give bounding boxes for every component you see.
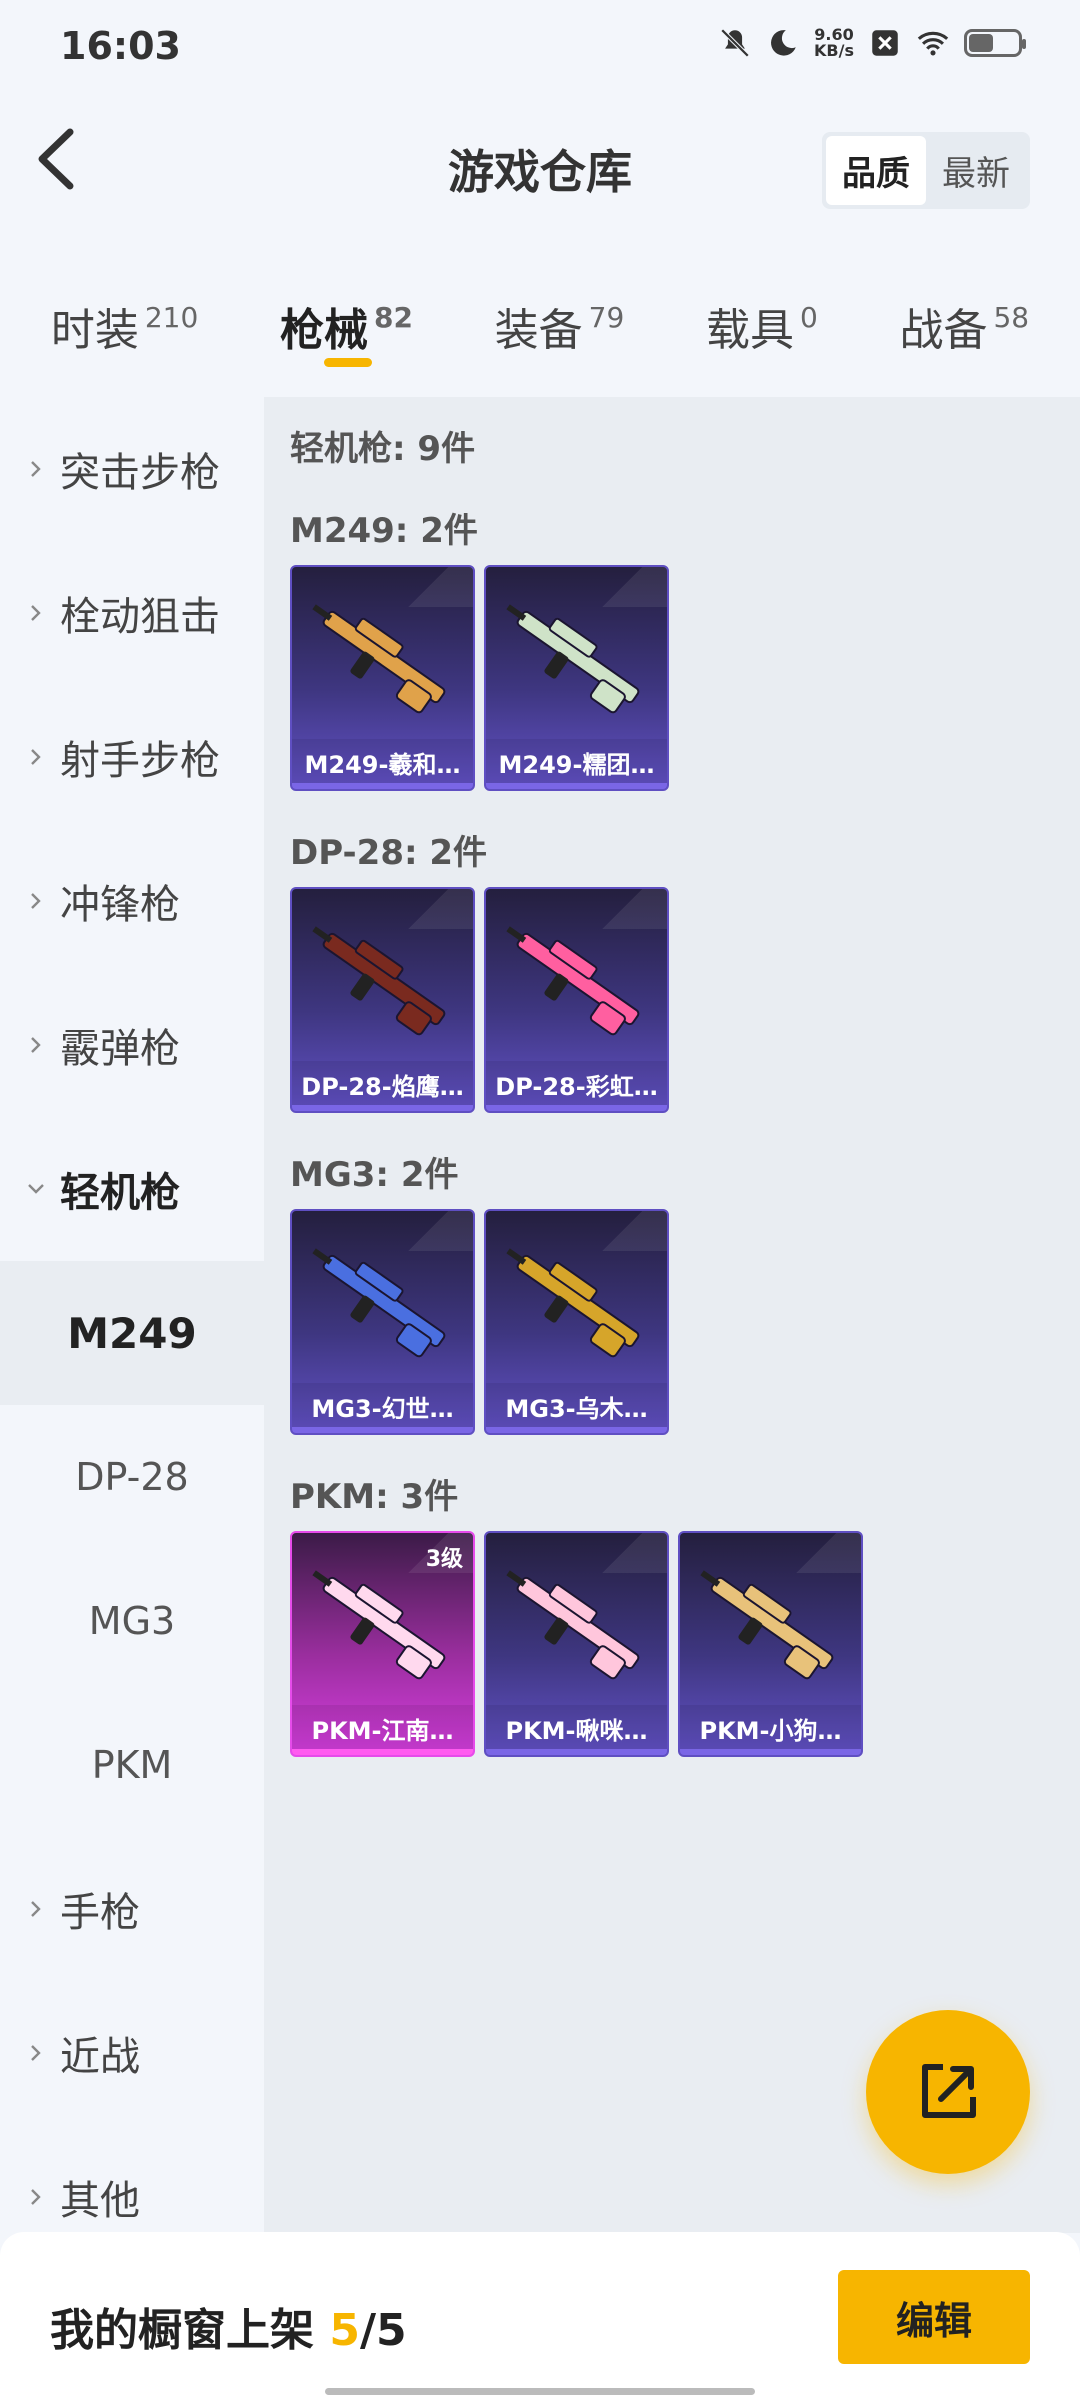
gun-skin-icon xyxy=(312,1570,446,1680)
weapon-list: 轻机枪: 9件 M249: 2件 M249-羲和… M249-糯团… DP-28… xyxy=(264,397,1080,2233)
chevron-right-icon xyxy=(31,2045,41,2061)
status-icons: 9.60 KB/s xyxy=(718,25,1026,60)
chevron-right-icon xyxy=(31,605,41,621)
sidebar-subitem-dp28[interactable]: DP-28 xyxy=(0,1405,264,1549)
section-count-title: 轻机枪: 9件 xyxy=(290,429,476,469)
sort-option-newest[interactable]: 最新 xyxy=(926,136,1026,205)
sidebar-subitem-pkm[interactable]: PKM xyxy=(0,1693,264,1837)
skin-card[interactable]: M249-糯团… xyxy=(484,565,669,791)
sidebar-item-assault-rifle[interactable]: 突击步枪 xyxy=(0,397,264,541)
sidebar-subitem-m249[interactable]: M249 xyxy=(0,1261,264,1405)
tab-fashion[interactable]: 时装 210 xyxy=(51,280,198,380)
sidebar-item-lmg[interactable]: 轻机枪 xyxy=(0,1117,264,1261)
category-tabs: 时装 210 枪械 82 装备 79 载具 0 战备 58 xyxy=(0,280,1080,380)
sidebar-item-marksman-rifle[interactable]: 射手步枪 xyxy=(0,685,264,829)
wifi-icon xyxy=(917,31,949,56)
chevron-down-icon xyxy=(28,1184,44,1194)
sidebar-item-melee[interactable]: 近战 xyxy=(0,1981,264,2125)
mute-bell-icon xyxy=(720,28,750,58)
chevron-right-icon xyxy=(31,893,41,909)
gun-skin-icon xyxy=(506,1570,640,1680)
chevron-right-icon xyxy=(31,749,41,765)
group-title-dp28: DP-28: 2件 xyxy=(290,833,488,873)
sidebar-item-bolt-sniper[interactable]: 栓动狙击 xyxy=(0,541,264,685)
chevron-right-icon xyxy=(31,1901,41,1917)
group-title-pkm: PKM: 3件 xyxy=(290,1477,459,1517)
tab-equipment[interactable]: 装备 79 xyxy=(495,280,625,380)
sidebar-item-pistol[interactable]: 手枪 xyxy=(0,1837,264,1981)
skin-card[interactable]: 3级 PKM-江南… xyxy=(290,1531,475,1757)
chevron-right-icon xyxy=(31,461,41,477)
gun-skin-icon xyxy=(506,1248,640,1358)
status-time: 16:03 xyxy=(60,24,181,68)
tab-supplies[interactable]: 战备 58 xyxy=(899,280,1029,380)
weapon-type-sidebar: 突击步枪 栓动狙击 射手步枪 冲锋枪 霰弹枪 轻机枪 M249 DP-28 MG… xyxy=(0,397,264,2233)
skin-card[interactable]: MG3-乌木… xyxy=(484,1209,669,1435)
card-row-pkm: 3级 PKM-江南… PKM-啾咪… PKM-小狗… xyxy=(290,1531,1080,1757)
status-bar: 16:03 9.60 KB/s xyxy=(0,0,1080,84)
card-row-m249: M249-羲和… M249-糯团… xyxy=(290,565,1080,791)
group-title-m249: M249: 2件 xyxy=(290,511,478,551)
header: 游戏仓库 品质 最新 xyxy=(0,84,1080,254)
sort-option-quality[interactable]: 品质 xyxy=(826,136,926,205)
skin-card[interactable]: M249-羲和… xyxy=(290,565,475,791)
skin-card[interactable]: PKM-啾咪… xyxy=(484,1531,669,1757)
sidebar-item-shotgun[interactable]: 霰弹枪 xyxy=(0,973,264,1117)
tab-firearms[interactable]: 枪械 82 xyxy=(280,280,413,380)
do-not-disturb-moon-icon xyxy=(771,30,796,56)
network-speed: 9.60 KB/s xyxy=(814,25,854,60)
gun-skin-icon xyxy=(700,1570,834,1680)
gun-skin-icon xyxy=(312,926,446,1036)
skin-card[interactable]: PKM-小狗… xyxy=(678,1531,863,1757)
tab-vehicles[interactable]: 载具 0 xyxy=(706,280,818,380)
home-indicator xyxy=(325,2388,755,2395)
card-row-dp28: DP-28-焰鹰… DP-28-彩虹… xyxy=(290,887,1080,1113)
showcase-status: 我的橱窗上架 5/5 xyxy=(50,2305,407,2356)
share-fab-button[interactable] xyxy=(866,2010,1030,2174)
edit-button[interactable]: 编辑 xyxy=(838,2270,1030,2364)
notification-x-icon xyxy=(872,30,898,56)
gun-skin-icon xyxy=(312,1248,446,1358)
gun-skin-icon xyxy=(312,604,446,714)
sort-toggle: 品质 最新 xyxy=(822,132,1030,209)
gun-skin-icon xyxy=(506,604,640,714)
showcase-bottom-bar: 我的橱窗上架 5/5 编辑 xyxy=(0,2232,1080,2400)
chevron-right-icon xyxy=(31,2189,41,2205)
share-export-icon xyxy=(922,2064,976,2118)
gun-skin-icon xyxy=(506,926,640,1036)
battery-icon xyxy=(964,29,1026,57)
group-title-mg3: MG3: 2件 xyxy=(290,1155,459,1195)
sidebar-item-smg[interactable]: 冲锋枪 xyxy=(0,829,264,973)
skin-card[interactable]: MG3-幻世… xyxy=(290,1209,475,1435)
chevron-right-icon xyxy=(31,1037,41,1053)
card-row-mg3: MG3-幻世… MG3-乌木… xyxy=(290,1209,1080,1435)
sidebar-subitem-mg3[interactable]: MG3 xyxy=(0,1549,264,1693)
skin-card[interactable]: DP-28-焰鹰… xyxy=(290,887,475,1113)
skin-card[interactable]: DP-28-彩虹… xyxy=(484,887,669,1113)
